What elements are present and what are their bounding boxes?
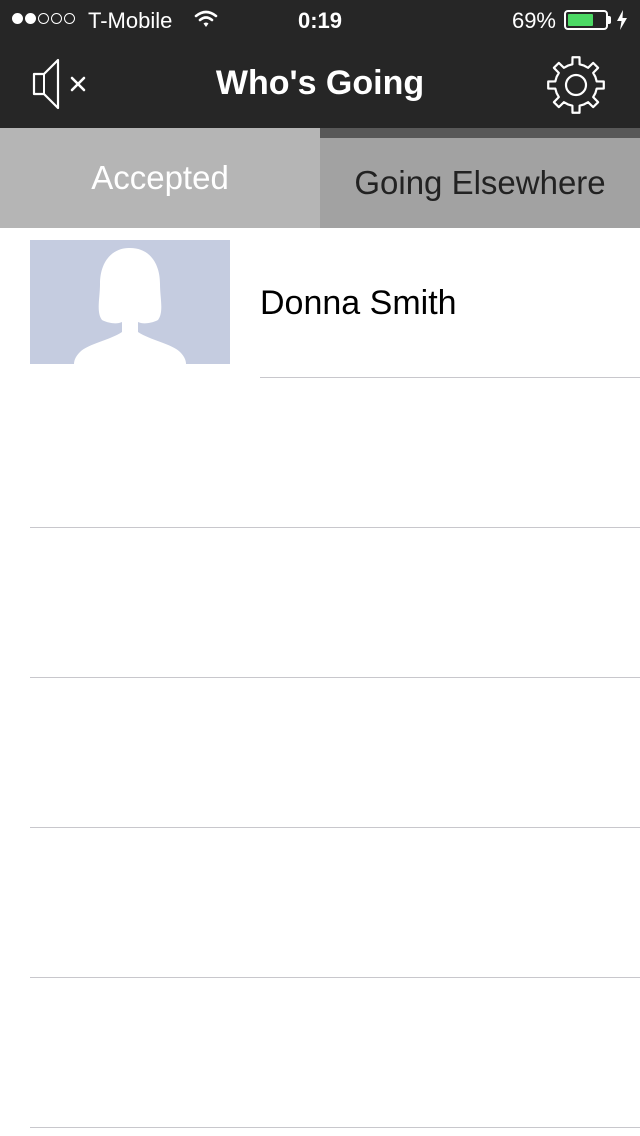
row-separator [30,1127,640,1128]
list-item [0,528,640,678]
gear-icon [547,56,605,114]
list-item [0,978,640,1128]
charging-bolt-icon [616,10,628,36]
battery-percent: 69% [511,8,556,33]
battery-icon [564,10,608,30]
battery-tip [608,16,611,24]
status-bar: T-Mobile 0:19 69% [0,0,640,40]
tab-bar: Accepted Going Elsewhere [0,128,640,228]
list-item[interactable]: Donna Smith [0,228,640,378]
navigation-bar: Who's Going [0,40,640,128]
default-female-avatar-icon [74,248,186,364]
attendee-list: Donna Smith [0,228,640,1128]
tab-going-elsewhere[interactable]: Going Elsewhere [320,128,640,228]
tab-accepted[interactable]: Accepted [0,128,320,228]
attendee-name: Donna Smith [260,284,457,322]
list-item [0,678,640,828]
list-item [0,378,640,528]
list-item [0,828,640,978]
settings-button[interactable] [540,54,612,116]
avatar [30,240,230,364]
